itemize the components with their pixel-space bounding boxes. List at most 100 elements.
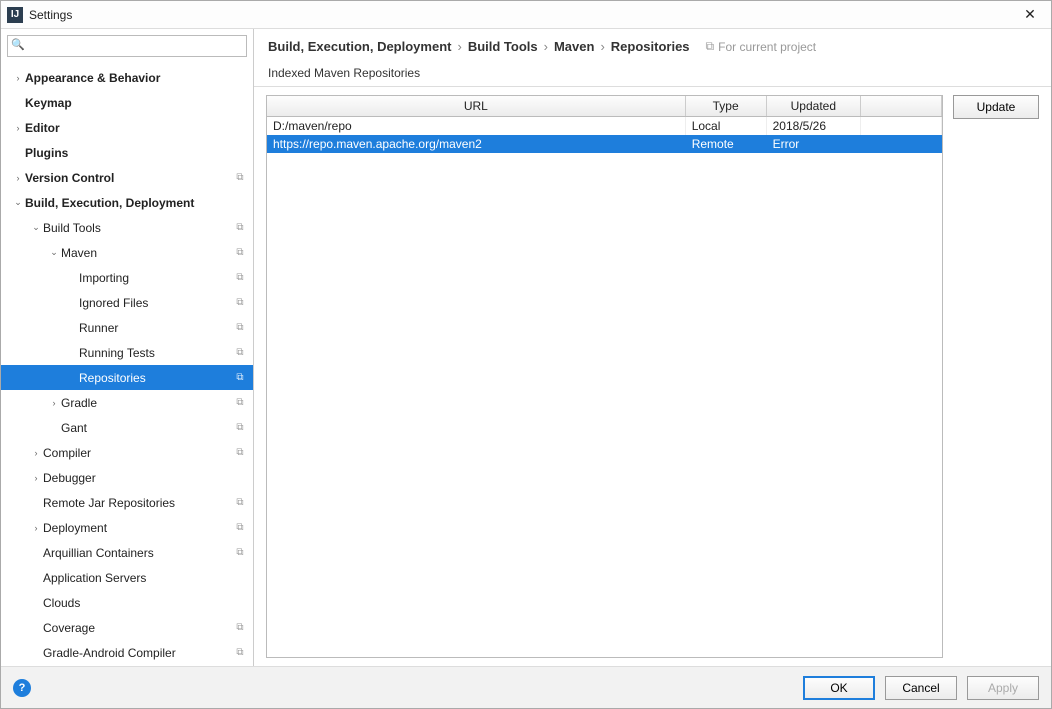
tree-item-label: Editor [25,121,247,135]
project-scope-icon: ⧉ [233,171,247,185]
breadcrumb-item: Repositories [611,39,690,54]
tree-item[interactable]: Remote Jar Repositories⧉ [1,490,253,515]
chevron-right-icon: › [457,39,461,54]
project-scope-icon: ⧉ [233,296,247,310]
col-url[interactable]: URL [267,96,685,117]
tree-item[interactable]: Application Servers [1,565,253,590]
tree-item-label: Ignored Files [79,296,233,310]
table-row[interactable]: https://repo.maven.apache.org/maven2Remo… [267,135,942,153]
table-row[interactable]: D:/maven/repoLocal2018/5/26 [267,117,942,136]
chevron-down-icon: ⌄ [47,247,61,258]
tree-item-label: Arquillian Containers [43,546,233,560]
tree-item-label: Clouds [43,596,247,610]
chevron-down-icon: ⌄ [29,222,43,233]
tree-item[interactable]: Gant⧉ [1,415,253,440]
section-label: Indexed Maven Repositories [254,62,1051,87]
tree-item[interactable]: Importing⧉ [1,265,253,290]
tree-item[interactable]: Gradle-Android Compiler⧉ [1,640,253,665]
tree-item-label: Keymap [25,96,247,110]
tree-item-label: Running Tests [79,346,233,360]
tree-item[interactable]: Ignored Files⧉ [1,290,253,315]
project-scope-icon: ⧉ [233,521,247,535]
project-scope-icon: ⧉ [233,371,247,385]
copy-icon: ⧉ [706,39,715,54]
tree-item-label: Gradle-Android Compiler [43,646,233,660]
tree-item[interactable]: Keymap [1,90,253,115]
cell-type: Local [685,117,766,136]
tree-item[interactable]: Runner⧉ [1,315,253,340]
close-icon[interactable]: ✕ [1015,6,1045,23]
chevron-right-icon: › [11,73,25,83]
tree-item[interactable]: ›Appearance & Behavior [1,65,253,90]
chevron-right-icon: › [544,39,548,54]
tree-item-label: Version Control [25,171,233,185]
body: 🔍 ›Appearance & BehaviorKeymap›EditorPlu… [1,29,1051,666]
project-scope-icon: ⧉ [233,246,247,260]
tree-item[interactable]: Repositories⧉ [1,365,253,390]
chevron-right-icon: › [600,39,604,54]
chevron-right-icon: › [29,448,43,458]
tree-item-label: Remote Jar Repositories [43,496,233,510]
repositories-table[interactable]: URL Type Updated D:/maven/repoLocal2018/… [266,95,943,658]
cancel-button[interactable]: Cancel [885,676,957,700]
tree-item[interactable]: ⌄Build, Execution, Deployment [1,190,253,215]
tree-item[interactable]: ›Editor [1,115,253,140]
help-icon[interactable]: ? [13,679,31,697]
tree-item[interactable]: ›Compiler⧉ [1,440,253,465]
search-wrap: 🔍 [1,29,253,63]
col-extra[interactable] [861,96,942,117]
tree-item[interactable]: Plugins [1,140,253,165]
settings-tree[interactable]: ›Appearance & BehaviorKeymap›EditorPlugi… [1,63,253,666]
search-icon: 🔍 [11,38,25,51]
cell-type: Remote [685,135,766,153]
tree-item-label: Build Tools [43,221,233,235]
apply-button[interactable]: Apply [967,676,1039,700]
tree-item[interactable]: ›Version Control⧉ [1,165,253,190]
scope-hint: ⧉ For current project [706,39,817,54]
chevron-right-icon: › [11,123,25,133]
project-scope-icon: ⧉ [233,546,247,560]
cell-updated: 2018/5/26 [766,117,860,136]
tree-item-label: Runner [79,321,233,335]
tree-item-label: Debugger [43,471,247,485]
chevron-down-icon: ⌄ [11,197,25,208]
project-scope-icon: ⧉ [233,446,247,460]
tree-item[interactable]: ›Deployment⧉ [1,515,253,540]
cell-updated: Error [766,135,860,153]
tree-item[interactable]: Arquillian Containers⧉ [1,540,253,565]
tree-item-label: Plugins [25,146,247,160]
tree-item[interactable]: Clouds [1,590,253,615]
settings-window: IJ Settings ✕ 🔍 ›Appearance & Behavior Ke… [0,0,1052,709]
tree-item-label: Compiler [43,446,233,460]
tree-item-label: Build, Execution, Deployment [25,196,247,210]
project-scope-icon: ⧉ [233,271,247,285]
tree-item[interactable]: Running Tests⧉ [1,340,253,365]
project-scope-icon: ⧉ [233,496,247,510]
tree-item-label: Repositories [79,371,233,385]
breadcrumb-item[interactable]: Build Tools [468,39,538,54]
tree-item[interactable]: ›Debugger [1,465,253,490]
cell-url: D:/maven/repo [267,117,685,136]
project-scope-icon: ⧉ [233,646,247,660]
breadcrumb-item[interactable]: Build, Execution, Deployment [268,39,451,54]
titlebar: IJ Settings ✕ [1,1,1051,29]
tree-item[interactable]: ⌄Maven⧉ [1,240,253,265]
tree-item[interactable]: Coverage⧉ [1,615,253,640]
cell-url: https://repo.maven.apache.org/maven2 [267,135,685,153]
tree-item[interactable]: ⌄Build Tools⧉ [1,215,253,240]
tree-item-label: Gradle [61,396,233,410]
project-scope-icon: ⧉ [233,346,247,360]
tree-item[interactable]: ›Gradle⧉ [1,390,253,415]
ok-button[interactable]: OK [803,676,875,700]
search-input[interactable] [7,35,247,57]
update-button[interactable]: Update [953,95,1039,119]
tree-item-label: Maven [61,246,233,260]
col-updated[interactable]: Updated [766,96,860,117]
tree-item-label: Coverage [43,621,233,635]
chevron-right-icon: › [29,523,43,533]
col-type[interactable]: Type [685,96,766,117]
project-scope-icon: ⧉ [233,421,247,435]
project-scope-icon: ⧉ [233,321,247,335]
breadcrumb-item[interactable]: Maven [554,39,594,54]
chevron-right-icon: › [47,398,61,408]
